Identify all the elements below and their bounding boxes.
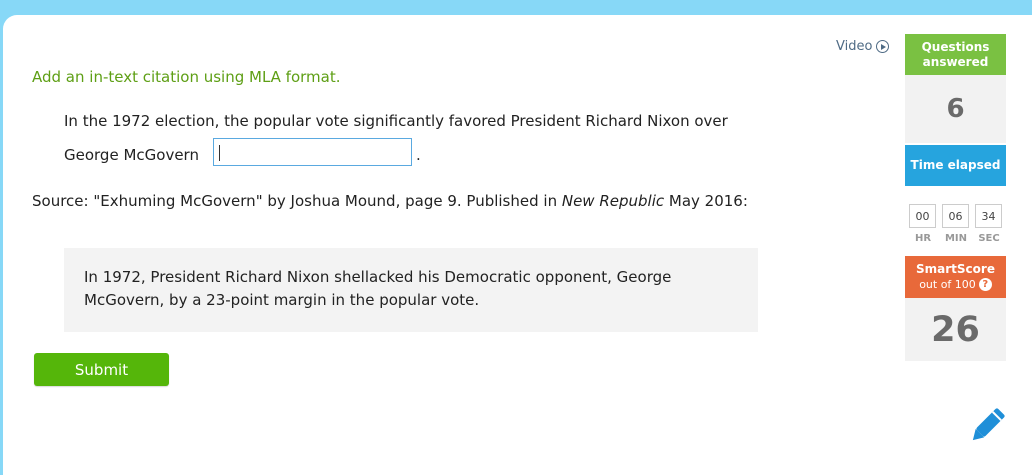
source-quote: In 1972, President Richard Nixon shellac… <box>64 248 758 332</box>
sentence-line-2: George McGovern <box>64 146 199 164</box>
video-link[interactable]: Video <box>836 39 890 54</box>
timer: 00 06 34 HR MIN SEC <box>905 186 1006 248</box>
smartscore-header: SmartScore out of 100 ? <box>905 256 1006 298</box>
timer-seconds: 34 <box>975 204 1002 228</box>
source-publication: New Republic <box>561 192 665 210</box>
smartscore-value: 26 <box>905 298 1006 361</box>
question-instruction: Add an in-text citation using MLA format… <box>32 68 341 86</box>
timer-hours: 00 <box>909 204 936 228</box>
timer-minutes: 06 <box>942 204 969 228</box>
time-elapsed-header: Time elapsed <box>905 145 1006 186</box>
questions-answered-header: Questions answered <box>905 34 1006 75</box>
question-card: Add an in-text citation using MLA format… <box>3 15 1032 475</box>
help-icon[interactable]: ? <box>978 278 992 291</box>
source-prefix: Source: "Exhuming McGovern" by Joshua Mo… <box>32 192 562 210</box>
smartscore-title: SmartScore <box>916 262 995 276</box>
questions-answered-value: 6 <box>905 75 1006 143</box>
play-icon <box>876 40 890 53</box>
video-label: Video <box>836 39 873 54</box>
citation-input[interactable] <box>213 138 412 166</box>
pencil-icon[interactable] <box>965 404 1009 448</box>
timer-minutes-label: MIN <box>944 233 968 244</box>
timer-seconds-label: SEC <box>978 233 1000 244</box>
sentence-period: . <box>416 146 421 164</box>
text-caret <box>219 145 220 161</box>
smartscore-subtitle: out of 100 ? <box>905 277 1006 292</box>
source-suffix: May 2016: <box>664 192 748 210</box>
sentence-line-1: In the 1972 election, the popular vote s… <box>64 112 728 130</box>
submit-button[interactable]: Submit <box>34 353 169 386</box>
source-line: Source: "Exhuming McGovern" by Joshua Mo… <box>32 190 772 212</box>
timer-hours-label: HR <box>914 233 932 244</box>
smartscore-sub-label: out of 100 <box>919 278 976 291</box>
